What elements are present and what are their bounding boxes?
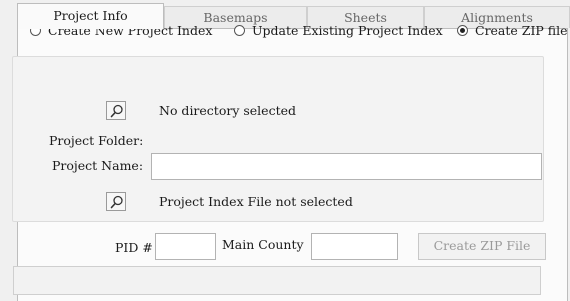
radio-button-unchecked[interactable] bbox=[234, 24, 245, 36]
browse-folder-button[interactable] bbox=[106, 101, 126, 120]
browse-index-file-button[interactable] bbox=[106, 192, 126, 211]
radio-label: Create ZIP file bbox=[475, 22, 568, 38]
radio-update-existing-index[interactable]: Update Existing Project Index bbox=[234, 21, 443, 39]
radio-label: Update Existing Project Index bbox=[252, 22, 443, 38]
main-county-label: Main County bbox=[222, 237, 304, 252]
magnifier-icon bbox=[110, 195, 123, 209]
magnifier-icon bbox=[110, 104, 123, 118]
project-folder-label: Project Folder: bbox=[49, 133, 144, 148]
create-zip-file-label: Create ZIP File bbox=[433, 238, 531, 253]
status-bar bbox=[13, 266, 541, 295]
pid-label: PID # bbox=[115, 240, 153, 255]
project-name-input[interactable] bbox=[151, 153, 542, 180]
tab-label: Project Info bbox=[53, 8, 128, 23]
tab-project-info[interactable]: Project Info bbox=[17, 3, 164, 29]
radio-button-checked[interactable] bbox=[457, 24, 468, 36]
main-county-input[interactable] bbox=[311, 233, 398, 260]
radio-create-zip-file[interactable]: Create ZIP file bbox=[457, 21, 568, 39]
project-folder-status: No directory selected bbox=[159, 103, 296, 118]
project-name-label: Project Name: bbox=[52, 158, 144, 173]
pid-input[interactable] bbox=[155, 233, 216, 260]
index-file-status: Project Index File not selected bbox=[159, 194, 353, 209]
create-zip-file-button[interactable]: Create ZIP File bbox=[418, 233, 546, 260]
